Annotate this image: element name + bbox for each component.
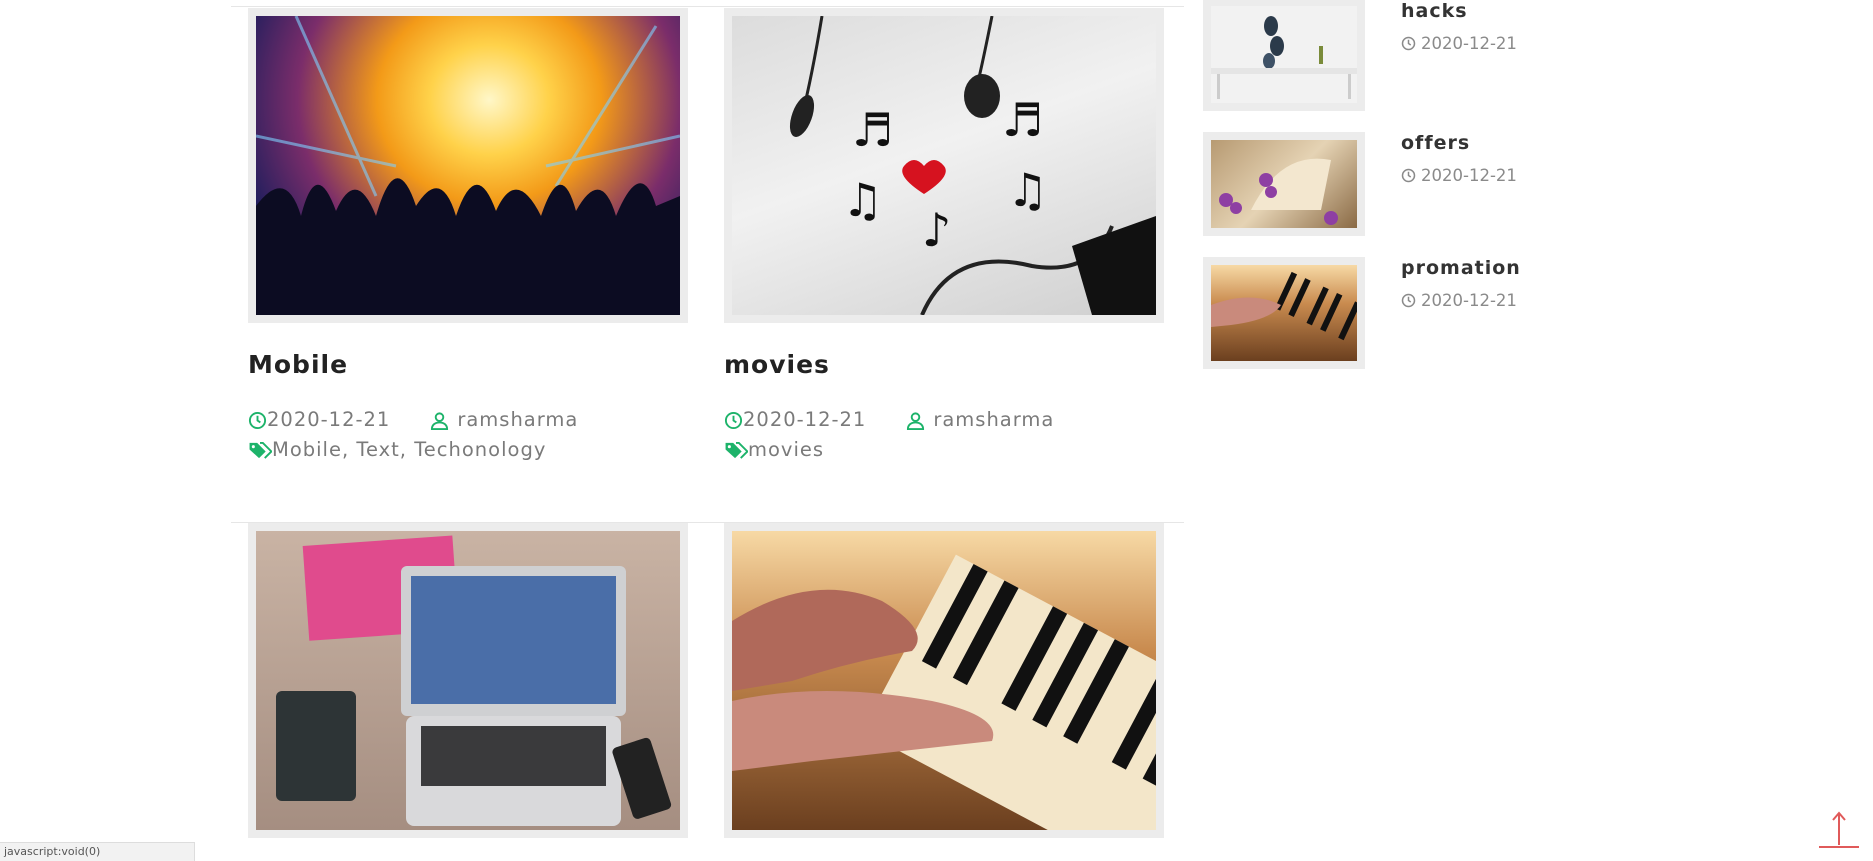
sidebar-item-promation[interactable]: promation 2020-12-21 — [1203, 257, 1803, 369]
sidebar-item-title[interactable]: hacks — [1401, 0, 1468, 22]
sidebar-item-date-row: 2020-12-21 — [1401, 166, 1517, 185]
post-date: 2020-12-21 — [267, 408, 391, 431]
svg-text:♬: ♬ — [852, 103, 893, 157]
post-thumbnail[interactable] — [248, 8, 688, 323]
post-thumbnail[interactable] — [248, 523, 688, 838]
post-tags[interactable]: Mobile, Text, Techonology — [272, 435, 546, 465]
sidebar-item-title[interactable]: promation — [1401, 257, 1521, 279]
sidebar-item-title[interactable]: offers — [1401, 132, 1470, 154]
sidebar-thumbnail[interactable] — [1203, 132, 1365, 236]
svg-text:♫: ♫ — [842, 173, 883, 227]
user-icon — [431, 411, 449, 430]
clock-icon — [1401, 36, 1416, 51]
svg-text:♬: ♬ — [1002, 93, 1043, 147]
sidebar-item-date: 2020-12-21 — [1421, 291, 1517, 310]
svg-text:♫: ♫ — [1007, 163, 1048, 217]
shelf-decor-image — [1211, 6, 1357, 103]
post-title[interactable]: movies — [724, 350, 1164, 379]
post-title[interactable]: Mobile — [248, 350, 688, 379]
post-card-mobile: Mobile 2020-12-21 ramsharma Mobile, Text… — [248, 8, 688, 465]
sidebar-item-date: 2020-12-21 — [1421, 166, 1517, 185]
arrow-up-icon — [1819, 811, 1859, 848]
divider-top — [231, 6, 1184, 7]
book-flowers-image — [1211, 140, 1357, 228]
sidebar-item-hacks[interactable]: hacks 2020-12-21 — [1203, 0, 1803, 111]
laptop-desk-image — [256, 531, 680, 830]
post-card-piano — [724, 523, 1164, 838]
piano-hands-image — [732, 531, 1156, 830]
post-author[interactable]: ramsharma — [457, 405, 578, 435]
browser-status-bar: javascript:void(0) — [0, 842, 195, 861]
post-date: 2020-12-21 — [743, 408, 867, 431]
concert-crowd-image — [256, 16, 680, 315]
sidebar-thumbnail[interactable] — [1203, 0, 1365, 111]
post-thumbnail[interactable]: ♫ ♪ ♫ ♬ ♬ — [724, 8, 1164, 323]
scroll-to-top-button[interactable] — [1817, 807, 1861, 851]
sidebar-item-date: 2020-12-21 — [1421, 34, 1517, 53]
clock-icon — [724, 411, 743, 429]
earphones-music-notes-image: ♫ ♪ ♫ ♬ ♬ — [732, 16, 1156, 315]
sidebar-item-date-row: 2020-12-21 — [1401, 291, 1517, 310]
post-author[interactable]: ramsharma — [933, 405, 1054, 435]
user-icon — [907, 411, 925, 430]
clock-icon — [1401, 293, 1416, 308]
sidebar-item-date-row: 2020-12-21 — [1401, 34, 1517, 53]
sidebar-thumbnail[interactable] — [1203, 257, 1365, 369]
post-card-laptop — [248, 523, 688, 838]
svg-text:♪: ♪ — [922, 203, 951, 257]
piano-hands-image — [1211, 265, 1357, 361]
tag-icon — [249, 441, 272, 459]
post-tags[interactable]: movies — [748, 435, 824, 465]
clock-icon — [248, 411, 267, 429]
sidebar-item-offers[interactable]: offers 2020-12-21 — [1203, 132, 1803, 242]
clock-icon — [1401, 168, 1416, 183]
post-thumbnail[interactable] — [724, 523, 1164, 838]
tag-icon — [725, 441, 748, 459]
post-card-movies: ♫ ♪ ♫ ♬ ♬ movies 2020-12-21 ramsharma movies — [724, 8, 1164, 465]
